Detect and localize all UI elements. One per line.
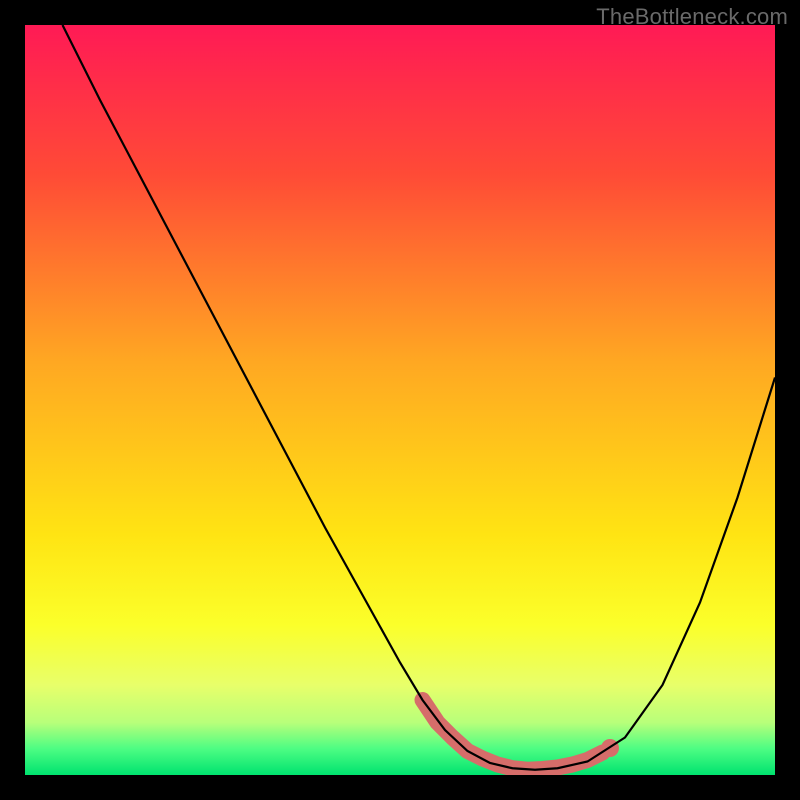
bottleneck-curve bbox=[63, 25, 776, 770]
plot-area bbox=[25, 25, 775, 775]
curve-layer bbox=[25, 25, 775, 775]
chart-frame: TheBottleneck.com bbox=[0, 0, 800, 800]
watermark-text: TheBottleneck.com bbox=[596, 4, 788, 30]
